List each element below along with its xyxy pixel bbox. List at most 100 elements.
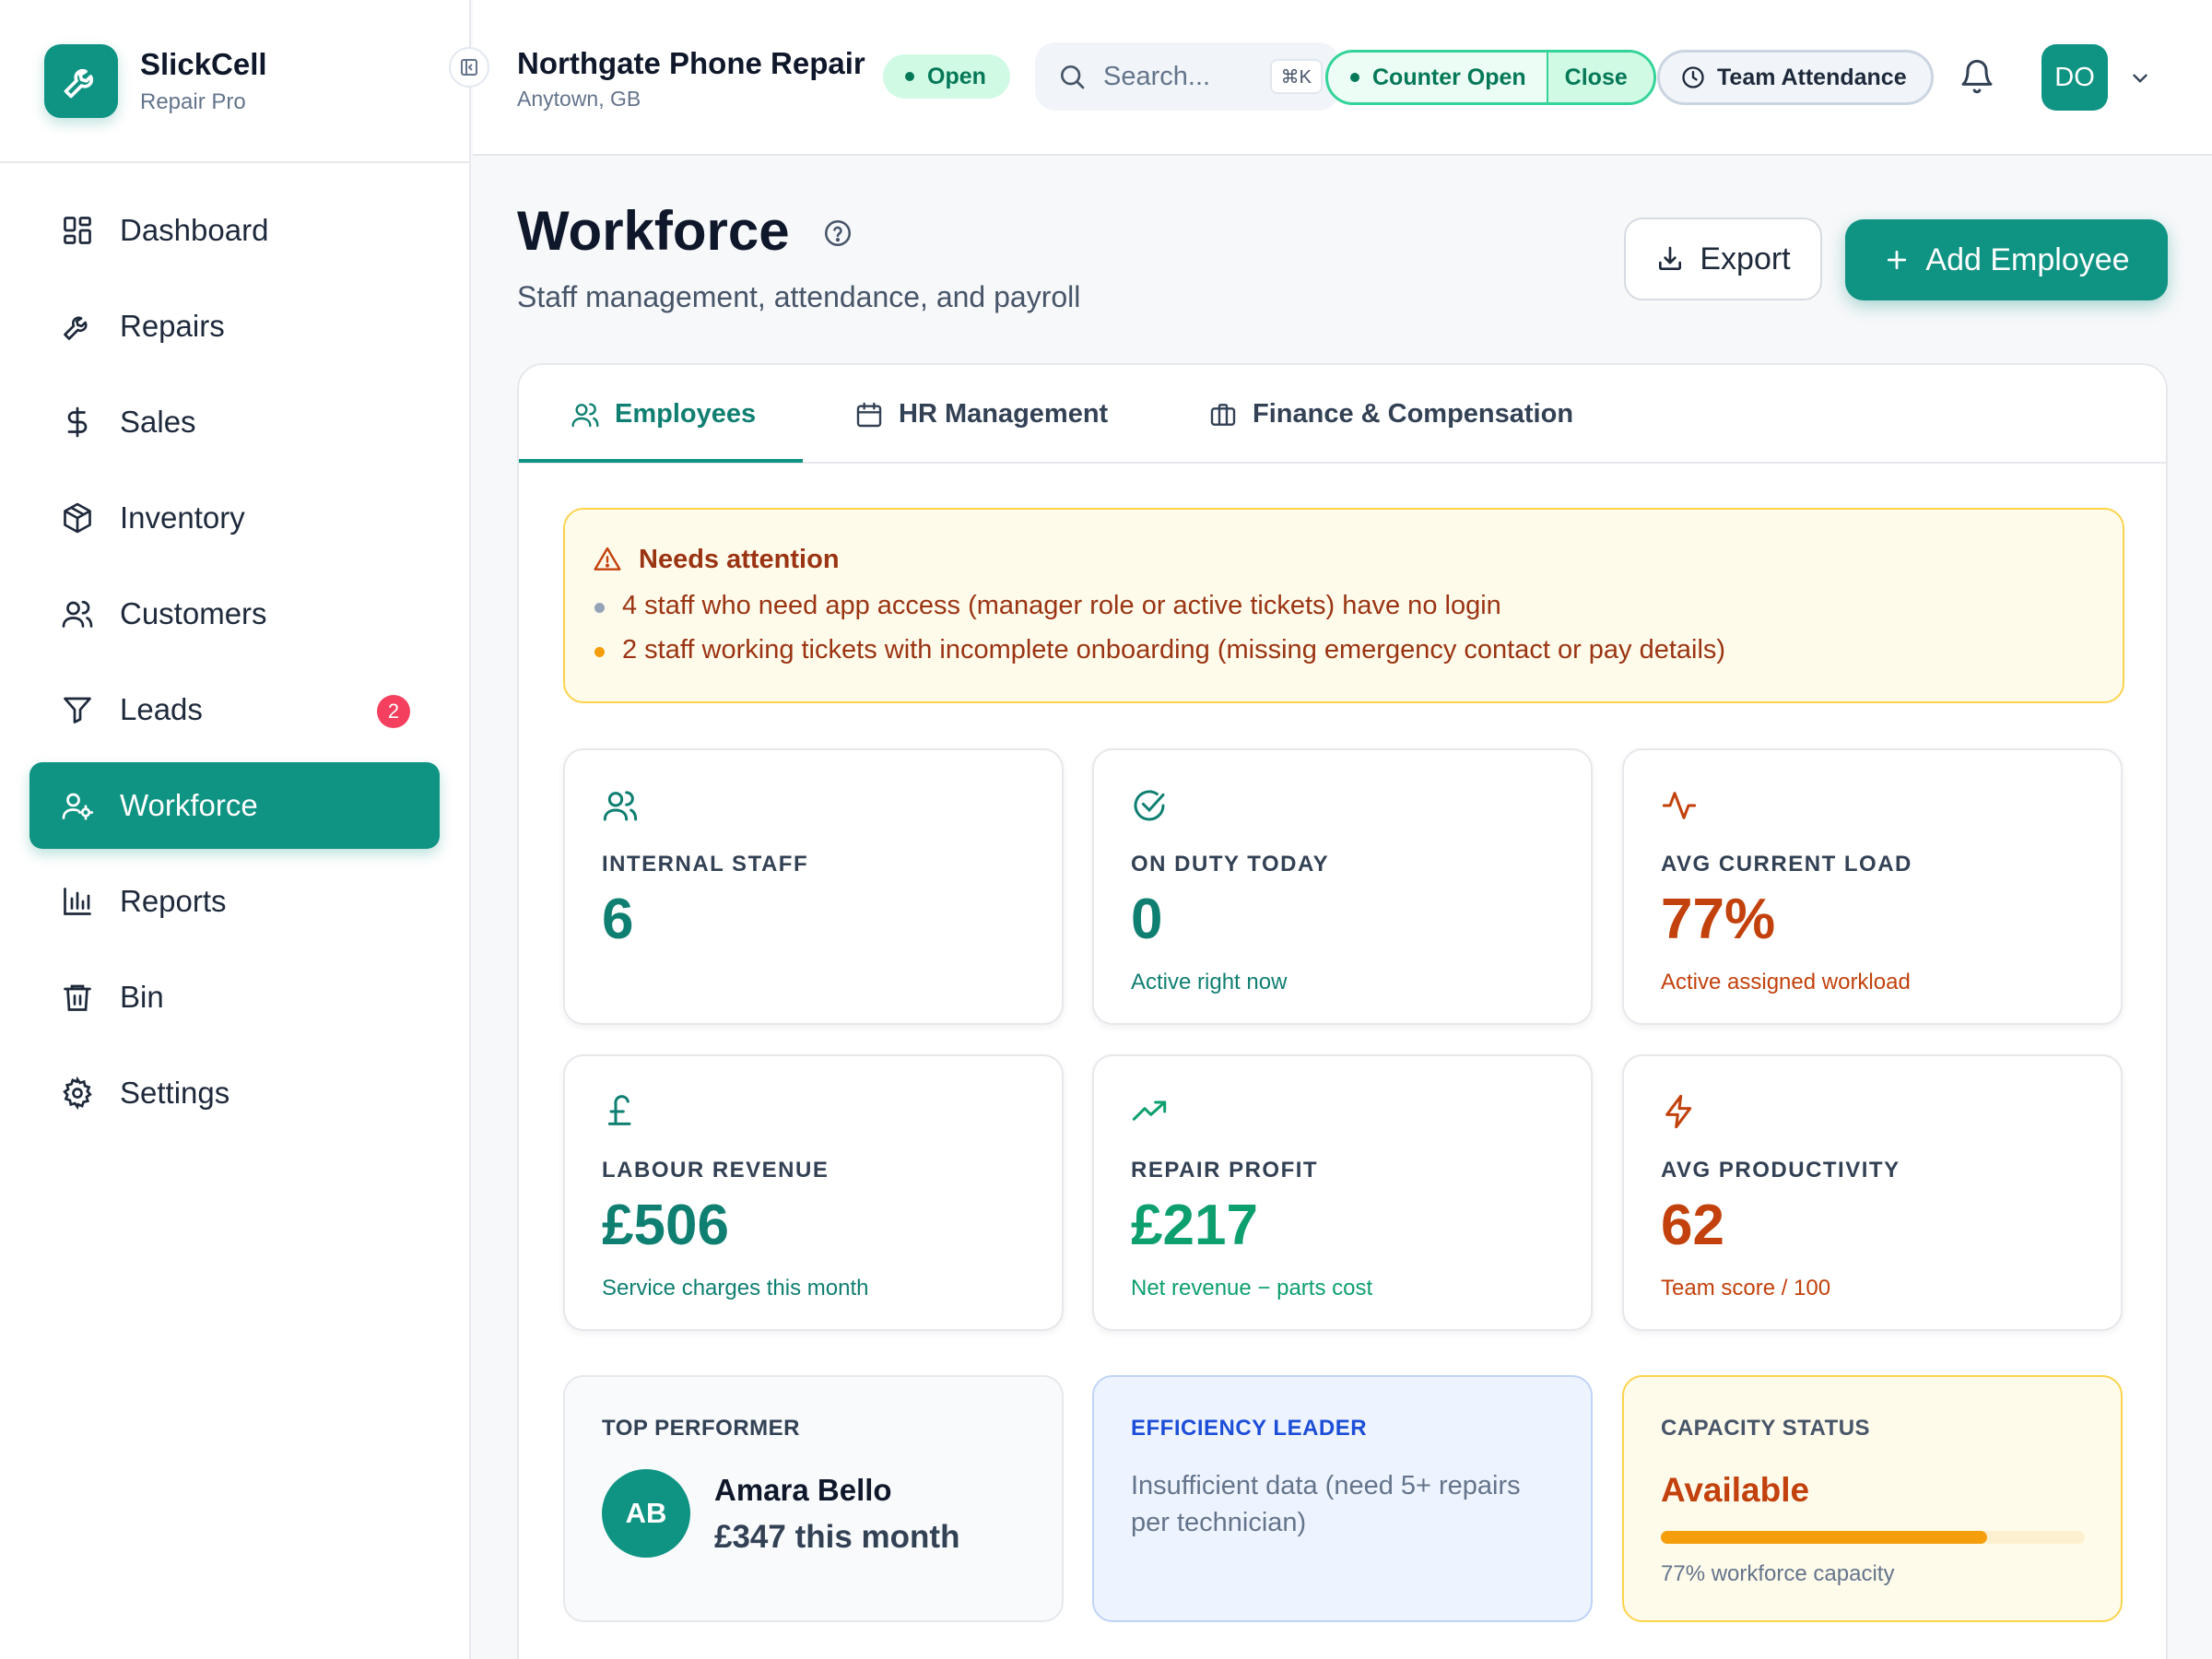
stat-note: Net revenue − parts cost <box>1131 1276 1373 1300</box>
leads-count-badge: 2 <box>377 695 410 728</box>
chevron-down-icon <box>2133 74 2147 83</box>
counter-close-button[interactable]: Close <box>1546 53 1653 102</box>
wrench-logo-icon <box>44 43 118 118</box>
download-icon <box>1659 246 1682 270</box>
sidebar-item-settings[interactable]: Settings <box>29 1050 440 1136</box>
workforce-panel: Employees HR Management Finance & Compen… <box>517 363 2168 1659</box>
search-input[interactable]: Search... ⌘K <box>1035 42 1339 111</box>
counter-open-label: Counter Open <box>1372 64 1526 90</box>
trash-icon <box>59 979 96 1016</box>
tab-label: Finance & Compensation <box>1253 399 1574 429</box>
sidebar-item-label: Settings <box>120 1076 230 1110</box>
tab-employees[interactable]: Employees <box>571 365 756 464</box>
stat-label: ON DUTY TODAY <box>1131 852 1330 877</box>
user-menu-button[interactable] <box>2128 66 2152 90</box>
sidebar-item-inventory[interactable]: Inventory <box>29 475 440 561</box>
wrench-icon <box>59 308 96 345</box>
tab-bar: Employees HR Management Finance & Compen… <box>519 365 2166 464</box>
top-bar: Northgate Phone Repair Anytown, GB Open … <box>473 0 2212 156</box>
counter-open-button[interactable]: Counter Open <box>1328 53 1547 102</box>
plus-icon <box>1888 250 1907 270</box>
stat-card-on-duty: ON DUTY TODAY 0 Active right now <box>1092 748 1593 1025</box>
sidebar-item-label: Bin <box>120 980 164 1014</box>
stat-label: AVG PRODUCTIVITY <box>1661 1158 1900 1182</box>
sidebar-item-label: Customers <box>120 596 267 630</box>
user-cog-icon <box>59 787 96 824</box>
sidebar-collapse-button[interactable] <box>449 47 489 88</box>
capacity-status-label: CAPACITY STATUS <box>1661 1416 1871 1441</box>
sidebar-item-reports[interactable]: Reports <box>29 858 440 945</box>
stat-note: Active right now <box>1131 970 1288 994</box>
capacity-progress-bar <box>1661 1531 2085 1544</box>
add-employee-button[interactable]: Add Employee <box>1845 219 2168 300</box>
gear-icon <box>59 1075 96 1112</box>
brand-name: SlickCell <box>140 46 267 81</box>
trending-up-icon <box>1132 1100 1167 1121</box>
sidebar-item-sales[interactable]: Sales <box>29 379 440 465</box>
shop-name: Northgate Phone Repair <box>517 46 865 80</box>
sidebar-item-label: Inventory <box>120 500 245 535</box>
needs-attention-alert: Needs attention 4 staff who need app acc… <box>563 508 2124 703</box>
sidebar-item-bin[interactable]: Bin <box>29 954 440 1041</box>
stat-card-avg-load: AVG CURRENT LOAD 77% Active assigned wor… <box>1622 748 2123 1025</box>
bar-chart-icon <box>59 883 96 920</box>
search-placeholder: Search... <box>1103 61 1211 91</box>
avatar: AB <box>602 1469 690 1558</box>
efficiency-leader-card: EFFICIENCY LEADER Insufficient data (nee… <box>1092 1375 1593 1622</box>
capacity-note: 77% workforce capacity <box>1661 1561 1895 1586</box>
stat-value: 0 <box>1131 888 1163 951</box>
sidebar-item-workforce[interactable]: Workforce <box>29 762 440 849</box>
stat-note: Team score / 100 <box>1661 1276 1831 1300</box>
status-dot-icon <box>1350 73 1359 82</box>
brand: SlickCell Repair Pro <box>0 0 489 163</box>
brand-subtitle: Repair Pro <box>140 88 246 114</box>
briefcase-icon <box>1210 403 1236 426</box>
search-icon <box>1061 65 1085 89</box>
efficiency-leader-label: EFFICIENCY LEADER <box>1131 1416 1368 1441</box>
user-avatar[interactable]: DO <box>2041 44 2108 111</box>
sidebar-item-dashboard[interactable]: Dashboard <box>29 187 440 274</box>
stat-card-internal-staff: INTERNAL STAFF 6 <box>563 748 1064 1025</box>
sidebar-item-customers[interactable]: Customers <box>29 571 440 657</box>
pound-icon <box>607 1095 631 1125</box>
stat-value: 6 <box>602 888 634 951</box>
stat-label: LABOUR REVENUE <box>602 1158 830 1182</box>
lightning-icon <box>1665 1094 1692 1129</box>
stat-card-avg-productivity: AVG PRODUCTIVITY 62 Team score / 100 <box>1622 1054 2123 1331</box>
bullet-icon <box>594 647 605 657</box>
tab-label: Employees <box>615 399 757 429</box>
capacity-status-card: CAPACITY STATUS Available 77% workforce … <box>1622 1375 2123 1622</box>
users-icon <box>603 791 638 821</box>
activity-icon <box>1662 792 1697 819</box>
stat-label: AVG CURRENT LOAD <box>1661 852 1912 877</box>
top-performer-label: TOP PERFORMER <box>602 1416 800 1441</box>
tab-finance-compensation[interactable]: Finance & Compensation <box>1208 365 1573 464</box>
warning-icon <box>594 547 621 571</box>
sidebar-item-label: Repairs <box>120 309 225 343</box>
help-icon[interactable] <box>822 218 853 249</box>
tab-hr-management[interactable]: HR Management <box>854 365 1108 464</box>
sidebar-nav: Dashboard Repairs Sales Inventory Custom… <box>0 163 469 1136</box>
team-attendance-button[interactable]: Team Attendance <box>1657 50 1934 105</box>
stat-value: 62 <box>1661 1194 1724 1257</box>
sidebar-item-label: Dashboard <box>120 213 269 247</box>
page-title: Workforce <box>517 200 790 262</box>
sidebar-item-label: Reports <box>120 884 227 918</box>
check-circle-icon <box>1134 790 1165 821</box>
shop-status-badge: Open <box>883 54 1010 99</box>
sidebar-item-leads[interactable]: Leads 2 <box>29 666 440 753</box>
stat-value: £217 <box>1131 1194 1258 1257</box>
sidebar-item-label: Sales <box>120 405 196 439</box>
sidebar-item-repairs[interactable]: Repairs <box>29 283 440 370</box>
export-label: Export <box>1700 241 1791 276</box>
shop-location: Anytown, GB <box>517 87 641 111</box>
notifications-button[interactable] <box>1959 58 1995 95</box>
filter-icon <box>59 691 96 728</box>
calendar-icon <box>856 402 882 427</box>
sidebar-item-label: Leads <box>120 692 203 726</box>
export-button[interactable]: Export <box>1624 218 1822 300</box>
sidebar-item-label: Workforce <box>120 788 258 822</box>
users-icon <box>59 595 96 632</box>
counter-toggle: Counter Open Close <box>1325 50 1656 105</box>
stat-note: Active assigned workload <box>1661 970 1911 994</box>
